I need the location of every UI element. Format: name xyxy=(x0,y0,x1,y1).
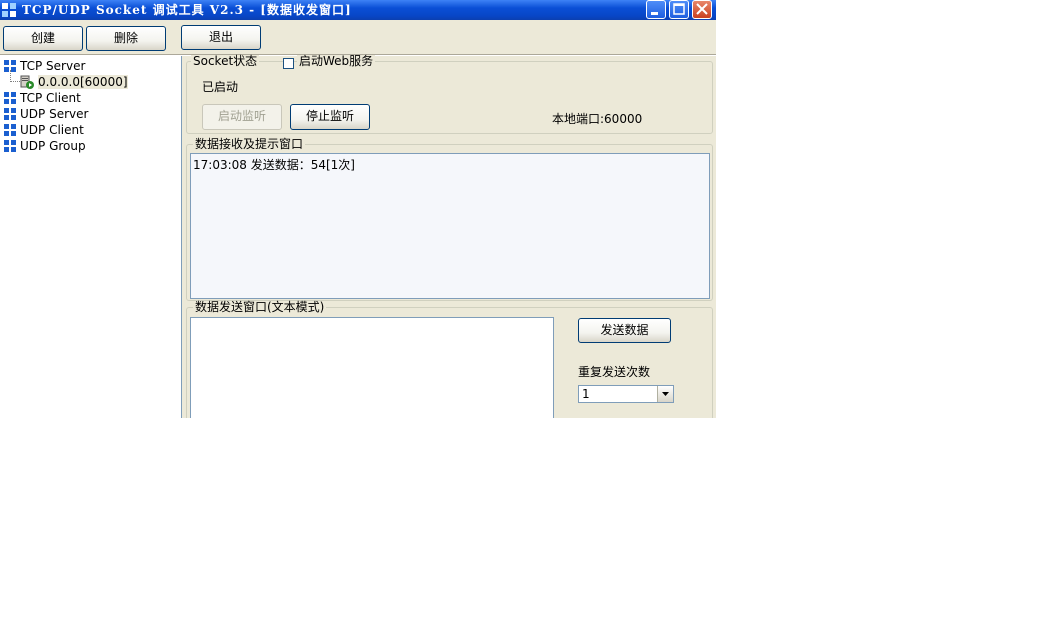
receive-legend: 数据接收及提示窗口 xyxy=(193,137,306,151)
app-icon xyxy=(2,3,16,17)
dropdown-button[interactable] xyxy=(657,386,673,402)
repeat-count-value: 1 xyxy=(582,387,590,401)
tree-item-label: UDP Group xyxy=(20,139,86,153)
exit-button[interactable]: 退出 xyxy=(181,25,261,50)
server-icon xyxy=(20,75,34,89)
close-button[interactable] xyxy=(692,0,712,19)
tree-item-label: TCP Server xyxy=(20,59,86,73)
maximize-icon xyxy=(673,3,685,15)
send-group: 数据发送窗口(文本模式) 发送数据 重复发送次数 1 xyxy=(186,301,713,418)
window-title: TCP/UDP Socket 调试工具 V2.3 - [数据收发窗口] xyxy=(22,3,352,17)
send-textarea[interactable] xyxy=(190,317,554,418)
tree-item-label: UDP Server xyxy=(20,107,89,121)
repeat-count-select[interactable]: 1 xyxy=(578,385,674,403)
start-listen-button[interactable]: 启动监听 xyxy=(202,104,282,130)
tree-item-label: UDP Client xyxy=(20,123,84,137)
web-service-label[interactable]: 启动Web服务 xyxy=(297,55,376,68)
repeat-count-label: 重复发送次数 xyxy=(578,365,651,379)
stop-listen-button[interactable]: 停止监听 xyxy=(290,104,370,130)
receive-log[interactable]: 17:03:08 发送数据：54[1次] xyxy=(190,153,710,299)
log-line: 17:03:08 发送数据：54[1次] xyxy=(193,158,355,172)
minimize-icon xyxy=(651,12,658,15)
node-icon xyxy=(4,124,16,136)
local-port-label: 本地端口:60000 xyxy=(552,112,643,126)
socket-status-text: 已启动 xyxy=(202,80,239,94)
web-service-checkbox[interactable] xyxy=(283,58,294,69)
chevron-down-icon xyxy=(662,392,669,396)
node-icon xyxy=(4,140,16,152)
send-data-button[interactable]: 发送数据 xyxy=(578,318,671,343)
close-icon xyxy=(696,3,708,15)
title-bar[interactable]: TCP/UDP Socket 调试工具 V2.3 - [数据收发窗口] xyxy=(0,0,716,20)
maximize-button[interactable] xyxy=(669,0,689,19)
receive-group: 数据接收及提示窗口 17:03:08 发送数据：54[1次] xyxy=(186,138,713,301)
send-legend: 数据发送窗口(文本模式) xyxy=(193,300,327,314)
tree-item-label: TCP Client xyxy=(20,91,81,105)
minimize-button[interactable] xyxy=(646,0,666,19)
delete-button[interactable]: 删除 xyxy=(86,26,166,51)
node-icon xyxy=(4,92,16,104)
socket-status-group: Socket状态 启动Web服务 已启动 启动监听 停止监听 本地端口:6000… xyxy=(186,55,713,134)
node-icon xyxy=(4,108,16,120)
socket-status-legend: Socket状态 xyxy=(191,54,260,68)
create-button[interactable]: 创建 xyxy=(3,26,83,51)
connection-tree[interactable]: TCP Server 0.0.0.0[60000] TCP Client UDP… xyxy=(0,56,182,418)
toolbar: 创建 删除 退出 xyxy=(0,22,716,54)
tree-connector xyxy=(10,81,20,83)
app-window: TCP/UDP Socket 调试工具 V2.3 - [数据收发窗口] 创建 删… xyxy=(0,0,716,418)
tree-item-label: 0.0.0.0[60000] xyxy=(38,75,128,89)
